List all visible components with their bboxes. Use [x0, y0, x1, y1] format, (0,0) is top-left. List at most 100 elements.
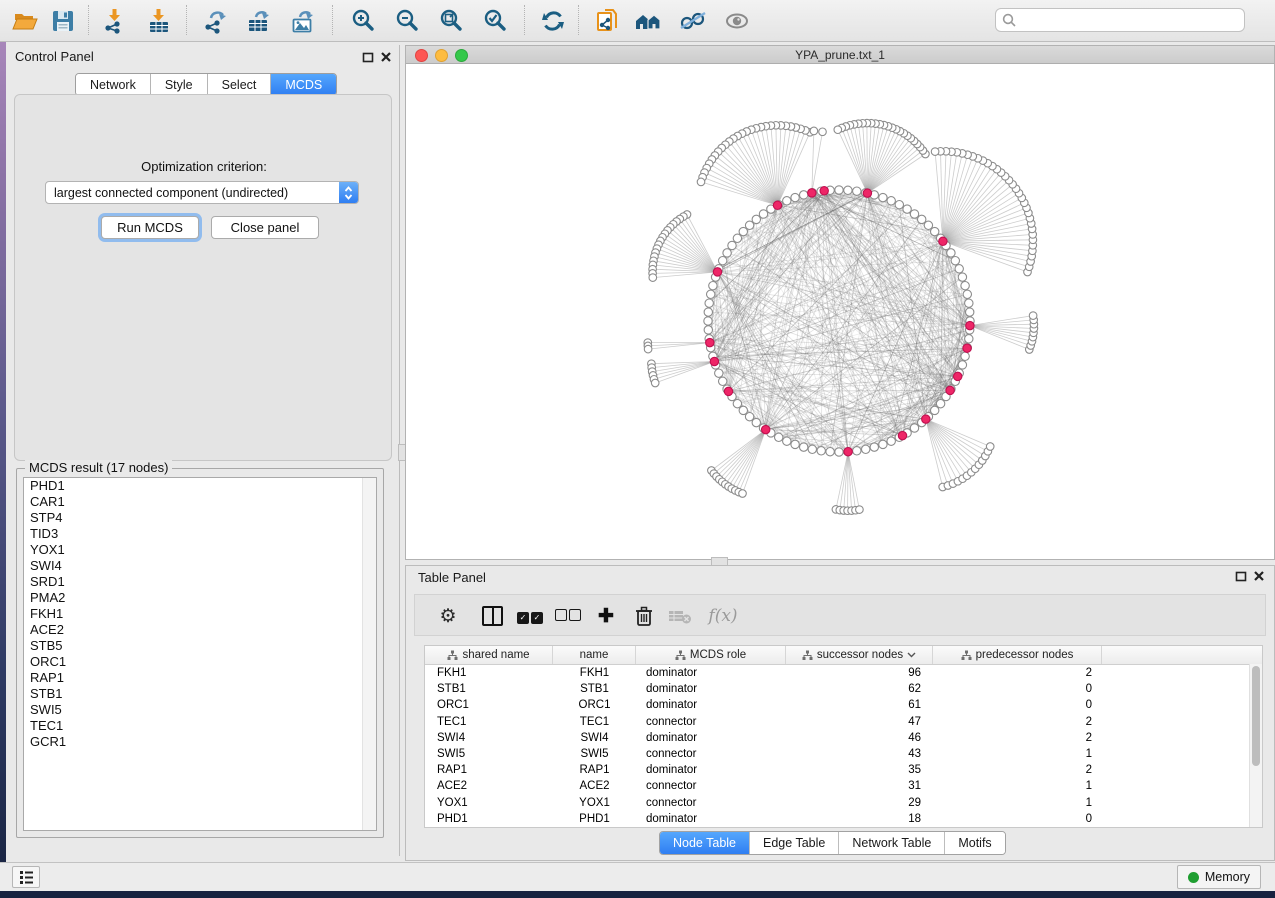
network-node[interactable]: [715, 369, 723, 377]
add-icon[interactable]: ✚: [591, 601, 621, 631]
mcds-hub-node[interactable]: [820, 187, 828, 195]
network-node[interactable]: [817, 447, 825, 455]
mcds-hub-node[interactable]: [713, 268, 721, 276]
network-node[interactable]: [887, 437, 895, 445]
float-table-panel-icon[interactable]: [1234, 570, 1248, 584]
mcds-hub-node[interactable]: [710, 357, 718, 365]
mcds-result-item[interactable]: SRD1: [24, 574, 376, 590]
table-row[interactable]: TEC1TEC1connector472: [425, 714, 1262, 730]
network-node[interactable]: [910, 210, 918, 218]
mcds-hub-node[interactable]: [773, 201, 781, 209]
network-node[interactable]: [834, 126, 842, 134]
deselect-all-icon[interactable]: [553, 601, 583, 631]
close-table-panel-icon[interactable]: [1252, 570, 1266, 584]
network-node[interactable]: [958, 361, 966, 369]
network-node[interactable]: [931, 227, 939, 235]
mcds-result-item[interactable]: FKH1: [24, 606, 376, 622]
tab-select[interactable]: Select: [207, 74, 271, 95]
tab-network[interactable]: Network: [76, 74, 150, 95]
eye-icon[interactable]: [722, 7, 752, 35]
network-node[interactable]: [644, 345, 652, 353]
delete-table-icon[interactable]: [665, 601, 695, 631]
network-node[interactable]: [958, 273, 966, 281]
network-node[interactable]: [709, 282, 717, 290]
float-panel-icon[interactable]: [361, 51, 375, 65]
network-node[interactable]: [924, 221, 932, 229]
mcds-result-item[interactable]: SWI5: [24, 702, 376, 718]
tab-mcds[interactable]: MCDS: [270, 74, 336, 95]
mcds-hub-node[interactable]: [898, 431, 906, 439]
network-node[interactable]: [651, 379, 659, 387]
network-node[interactable]: [936, 400, 944, 408]
mcds-result-item[interactable]: PMA2: [24, 590, 376, 606]
table-row[interactable]: STB1STB1dominator620: [425, 681, 1262, 697]
export-network-icon[interactable]: [200, 7, 230, 35]
network-node[interactable]: [808, 445, 816, 453]
network-node[interactable]: [895, 201, 903, 209]
network-node[interactable]: [745, 221, 753, 229]
column-header-predecessor-nodes[interactable]: predecessor nodes: [933, 646, 1102, 664]
table-row[interactable]: YOX1YOX1connector291: [425, 795, 1262, 811]
network-node[interactable]: [704, 308, 712, 316]
network-node[interactable]: [986, 443, 994, 451]
network-node[interactable]: [918, 215, 926, 223]
tab-motifs[interactable]: Motifs: [944, 832, 1004, 854]
mcds-result-item[interactable]: YOX1: [24, 542, 376, 558]
mcds-hub-node[interactable]: [844, 448, 852, 456]
network-graph[interactable]: [406, 64, 1274, 559]
network-node[interactable]: [965, 335, 973, 343]
import-network-icon[interactable]: [100, 7, 130, 35]
mcds-hub-node[interactable]: [939, 237, 947, 245]
select-all-icon[interactable]: ✓✓: [515, 601, 545, 631]
mcds-hub-node[interactable]: [946, 386, 954, 394]
network-node[interactable]: [759, 210, 767, 218]
open-session-icon[interactable]: [10, 7, 40, 35]
import-table-icon[interactable]: [144, 7, 174, 35]
mcds-result-item[interactable]: PHD1: [24, 478, 376, 494]
network-node[interactable]: [733, 234, 741, 242]
network-node[interactable]: [704, 326, 712, 334]
columns-icon[interactable]: [477, 601, 507, 631]
mcds-hub-node[interactable]: [954, 372, 962, 380]
network-node[interactable]: [783, 197, 791, 205]
table-scrollbar[interactable]: [1249, 664, 1262, 827]
memory-button[interactable]: Memory: [1177, 865, 1261, 889]
network-node[interactable]: [856, 506, 864, 514]
network-node[interactable]: [947, 249, 955, 257]
network-node[interactable]: [728, 241, 736, 249]
mcds-result-list[interactable]: PHD1CAR1STP4TID3YOX1SWI4SRD1PMA2FKH1ACE2…: [23, 477, 377, 831]
network-window-titlebar[interactable]: YPA_prune.txt_1: [406, 46, 1274, 64]
tab-style[interactable]: Style: [150, 74, 207, 95]
table-row[interactable]: ORC1ORC1dominator610: [425, 697, 1262, 713]
network-node[interactable]: [819, 128, 827, 136]
network-node[interactable]: [704, 317, 712, 325]
mcds-result-item[interactable]: ORC1: [24, 654, 376, 670]
close-panel-icon[interactable]: [379, 51, 393, 65]
mcds-hub-node[interactable]: [706, 338, 714, 346]
network-node[interactable]: [1029, 312, 1037, 320]
table-row[interactable]: SWI4SWI4dominator462: [425, 730, 1262, 746]
network-node[interactable]: [835, 448, 843, 456]
network-node[interactable]: [961, 282, 969, 290]
network-node[interactable]: [961, 352, 969, 360]
network-node[interactable]: [719, 377, 727, 385]
mcds-result-item[interactable]: TEC1: [24, 718, 376, 734]
export-image-icon[interactable]: [288, 7, 318, 35]
network-canvas[interactable]: [406, 64, 1274, 559]
network-node[interactable]: [697, 178, 705, 186]
table-row[interactable]: ACE2ACE2connector311: [425, 778, 1262, 794]
network-node[interactable]: [791, 440, 799, 448]
network-node[interactable]: [955, 265, 963, 273]
network-node[interactable]: [931, 148, 939, 156]
network-node[interactable]: [963, 290, 971, 298]
gear-icon[interactable]: ⚙: [433, 601, 463, 631]
network-node[interactable]: [719, 257, 727, 265]
mcds-result-item[interactable]: CAR1: [24, 494, 376, 510]
network-node[interactable]: [723, 249, 731, 257]
mcds-hub-node[interactable]: [808, 189, 816, 197]
network-node[interactable]: [705, 299, 713, 307]
refresh-icon[interactable]: [538, 7, 568, 35]
network-node[interactable]: [733, 400, 741, 408]
table-scrollbar-thumb[interactable]: [1252, 666, 1260, 766]
run-mcds-button[interactable]: Run MCDS: [101, 216, 199, 239]
